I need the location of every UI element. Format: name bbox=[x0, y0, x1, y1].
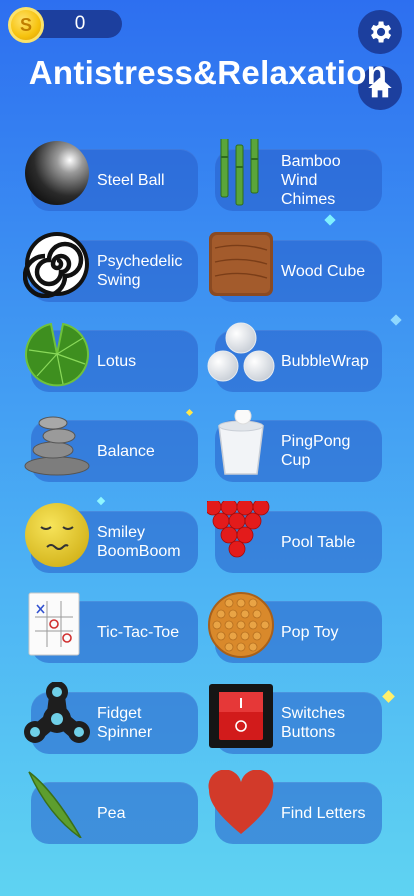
sparkle bbox=[96, 496, 106, 506]
game-card-smiley-boomboom[interactable]: Smiley BoomBoom bbox=[25, 503, 198, 573]
pingpong-cup-icon bbox=[218, 410, 264, 475]
game-label: Bamboo Wind Chimes bbox=[281, 152, 341, 208]
game-label: Psychedelic Swing bbox=[97, 253, 183, 289]
game-label: Wood Cube bbox=[281, 262, 366, 280]
tic-tac-toe-icon bbox=[28, 592, 80, 656]
game-card-lotus[interactable]: Lotus bbox=[25, 322, 198, 392]
bamboo-icon bbox=[220, 139, 259, 206]
game-label: Steel Ball bbox=[97, 171, 165, 189]
heart-icon bbox=[208, 770, 274, 834]
game-label: PingPong Cup bbox=[281, 433, 351, 469]
sparkle bbox=[382, 690, 395, 703]
pea-pod-icon bbox=[28, 771, 82, 838]
game-label: Find Letters bbox=[281, 804, 366, 822]
red-switch-icon bbox=[209, 684, 273, 748]
bubbles-icon bbox=[207, 322, 275, 382]
game-label: BubbleWrap bbox=[281, 352, 369, 370]
wood-cube-icon bbox=[209, 232, 273, 296]
lotus-leaf-icon bbox=[25, 322, 89, 387]
game-card-wood-cube[interactable]: Wood Cube bbox=[209, 232, 382, 302]
page-title: Antistress&Relaxation bbox=[28, 54, 388, 91]
game-card-pea[interactable]: Pea bbox=[28, 771, 198, 844]
sparkle bbox=[324, 214, 336, 226]
game-card-bubblewrap[interactable]: BubbleWrap bbox=[207, 322, 382, 392]
game-label: Pool Table bbox=[281, 533, 356, 551]
game-label: Switches Buttons bbox=[281, 705, 346, 741]
game-card-pool-table[interactable]: Pool Table bbox=[207, 501, 382, 573]
game-label: Lotus bbox=[97, 352, 137, 370]
pool-balls-icon bbox=[207, 501, 270, 558]
game-label: Balance bbox=[97, 442, 155, 460]
game-label: Tic-Tac-Toe bbox=[97, 623, 180, 641]
game-label: Fidget Spinner bbox=[97, 705, 153, 741]
fidget-spinner-icon bbox=[24, 682, 90, 743]
gear-icon bbox=[371, 21, 392, 43]
game-card-psychedelic-swing[interactable]: Psychedelic Swing bbox=[23, 232, 198, 302]
game-label: Pop Toy bbox=[281, 623, 339, 641]
game-label: Pea bbox=[97, 804, 126, 822]
game-card-balance[interactable]: Balance bbox=[24, 416, 198, 482]
settings-button[interactable] bbox=[358, 10, 402, 54]
spiral-icon bbox=[23, 232, 89, 298]
coin-count: 0 bbox=[74, 13, 86, 34]
smiley-icon bbox=[25, 503, 89, 567]
stacked-stones-icon bbox=[24, 416, 90, 476]
sparkle bbox=[185, 408, 194, 417]
game-label: Smiley BoomBoom bbox=[97, 524, 181, 560]
game-card-fidget-spinner[interactable]: Fidget Spinner bbox=[24, 682, 198, 754]
pop-toy-icon bbox=[208, 592, 274, 658]
game-card-find-letters[interactable]: Find Letters bbox=[208, 770, 382, 844]
game-card-steel-ball[interactable]: Steel Ball bbox=[25, 141, 198, 211]
steel-ball-icon bbox=[25, 141, 89, 205]
game-card-bamboo[interactable]: Bamboo Wind Chimes bbox=[215, 139, 382, 211]
coin-icon: S bbox=[8, 7, 44, 43]
game-card-tic-tac-toe[interactable]: Tic-Tac-Toe bbox=[28, 592, 198, 663]
game-card-switches-buttons[interactable]: Switches Buttons bbox=[209, 684, 382, 754]
game-card-pingpong-cup[interactable]: PingPong Cup bbox=[215, 410, 382, 482]
sparkle bbox=[390, 314, 402, 326]
game-card-pop-toy[interactable]: Pop Toy bbox=[208, 592, 382, 663]
